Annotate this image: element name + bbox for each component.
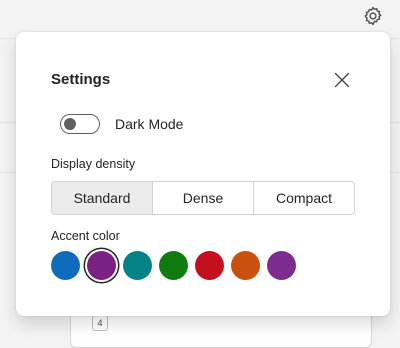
accent-swatch-blue[interactable] <box>51 251 80 280</box>
display-density-selector: Standard Dense Compact <box>51 181 355 215</box>
dark-mode-toggle[interactable] <box>60 114 100 134</box>
accent-swatch-teal[interactable] <box>123 251 152 280</box>
toggle-knob <box>64 118 76 130</box>
gear-icon[interactable] <box>362 5 384 27</box>
density-option-compact[interactable]: Compact <box>253 182 354 214</box>
settings-dialog: Settings Dark Mode Display density Stand… <box>16 32 390 316</box>
accent-color-label: Accent color <box>51 229 120 243</box>
accent-swatch-green[interactable] <box>159 251 188 280</box>
dark-mode-row: Dark Mode <box>60 113 183 135</box>
display-density-label: Display density <box>51 157 136 171</box>
dialog-title: Settings <box>51 71 111 88</box>
density-option-dense[interactable]: Dense <box>152 182 253 214</box>
accent-color-swatches <box>51 251 303 280</box>
close-icon <box>334 72 350 88</box>
accent-swatch-orange[interactable] <box>231 251 260 280</box>
close-button[interactable] <box>330 68 354 92</box>
density-option-standard[interactable]: Standard <box>52 182 152 214</box>
accent-swatch-red[interactable] <box>195 251 224 280</box>
accent-swatch-violet[interactable] <box>267 251 296 280</box>
background-badge: 4 <box>92 315 108 331</box>
accent-swatch-purple[interactable] <box>87 251 116 280</box>
dark-mode-label: Dark Mode <box>115 116 184 132</box>
